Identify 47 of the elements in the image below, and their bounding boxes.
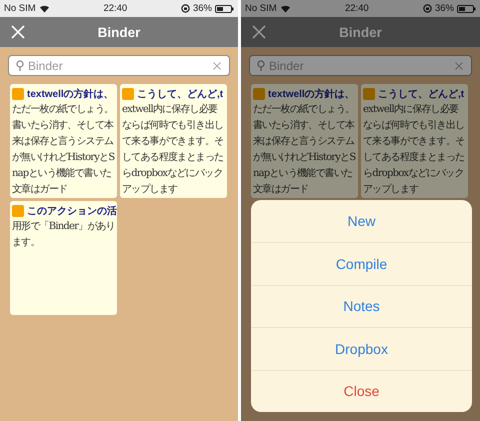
- note-icon: [12, 88, 24, 100]
- note-icon: [253, 88, 265, 100]
- close-icon[interactable]: [11, 25, 25, 39]
- search-field[interactable]: Binder: [249, 55, 472, 76]
- action-item[interactable]: New: [251, 200, 472, 242]
- action-item[interactable]: Dropbox: [251, 327, 472, 370]
- card-text: 用形で「Binder」があります。: [12, 220, 115, 250]
- card-title: このアクションの活: [27, 204, 117, 218]
- battery-icon: [214, 4, 234, 12]
- note-icon: [363, 88, 375, 100]
- action-item[interactable]: Notes: [251, 284, 472, 327]
- card-title: textwellの方針は、: [27, 87, 114, 101]
- card-title: こうして、どんど,t: [378, 88, 464, 101]
- note-icon: [12, 205, 24, 217]
- note-icon: [122, 88, 134, 100]
- close-icon[interactable]: [252, 25, 266, 39]
- wifi-icon: [38, 4, 50, 13]
- note-card[interactable]: こうして、どんど,t extwell内に保存し必要ならば何時でも引き出して来る事ができます。そしてある程度まとまったらdropboxなどにバックアップします: [361, 84, 468, 198]
- screen-title: Binder: [98, 24, 140, 40]
- clock-time: 22:40: [103, 3, 128, 14]
- battery-percent: 36%: [192, 3, 212, 14]
- card-title: textwellの方針は、: [268, 87, 355, 101]
- rotation-lock-icon: [422, 4, 432, 13]
- battery-percent: 36%: [434, 3, 454, 14]
- card-text: extwell内に保存し必要ならば何時でも引き出して来る事ができます。そしてある程度まとまったらdropboxなどにバックアップします: [363, 102, 466, 197]
- card-text: extwell内に保存し必要ならば何時でも引き出して来る事ができます。そしてある程度まとまったらdropboxなどにバックアップします: [122, 102, 224, 197]
- screen-title: Binder: [339, 24, 382, 40]
- wifi-icon: [280, 4, 291, 13]
- search-icon: [257, 60, 265, 71]
- action-item[interactable]: Close: [251, 370, 472, 412]
- clock-time: 22:40: [344, 3, 369, 14]
- note-card[interactable]: こうして、どんど,t extwell内に保存し必要ならば何時でも引き出して来る事ができます。そしてある程度まとまったらdropboxなどにバックアップします: [120, 84, 227, 198]
- search-icon: [16, 60, 24, 71]
- card-text: ただ一枚の紙でしょう。書いたら消す、そして本来は保存と言うシステムが無いけれどHistoryとSnapという機能で書いた文章はガード: [253, 102, 356, 197]
- note-card[interactable]: textwellの方針は、 ただ一枚の紙でしょう。書いたら消す、そして本来は保存と言うシステムが無いけれどHistoryとSnapという機能で書いた文章はガード: [10, 84, 117, 198]
- action-item[interactable]: Compile: [251, 242, 472, 284]
- clear-icon[interactable]: [455, 62, 463, 70]
- carrier-label: No SIM: [4, 3, 36, 14]
- card-text: ただ一枚の紙でしょう。書いたら消す、そして本来は保存と言うシステムが無いけれどHistoryとSnapという機能で書いた文章はガード: [12, 102, 115, 197]
- search-field[interactable]: Binder: [8, 55, 230, 76]
- note-card[interactable]: textwellの方針は、 ただ一枚の紙でしょう。書いたら消す、そして本来は保存と言うシステムが無いけれどHistoryとSnapという機能で書いた文章はガード: [251, 84, 358, 198]
- note-card[interactable]: このアクションの活 用形で「Binder」があります。: [10, 201, 117, 315]
- carrier-label: No SIM: [245, 3, 277, 14]
- battery-icon: [456, 4, 476, 12]
- clear-icon[interactable]: [213, 62, 221, 70]
- rotation-lock-icon: [180, 4, 190, 13]
- card-title: こうして、どんど,t: [137, 88, 224, 101]
